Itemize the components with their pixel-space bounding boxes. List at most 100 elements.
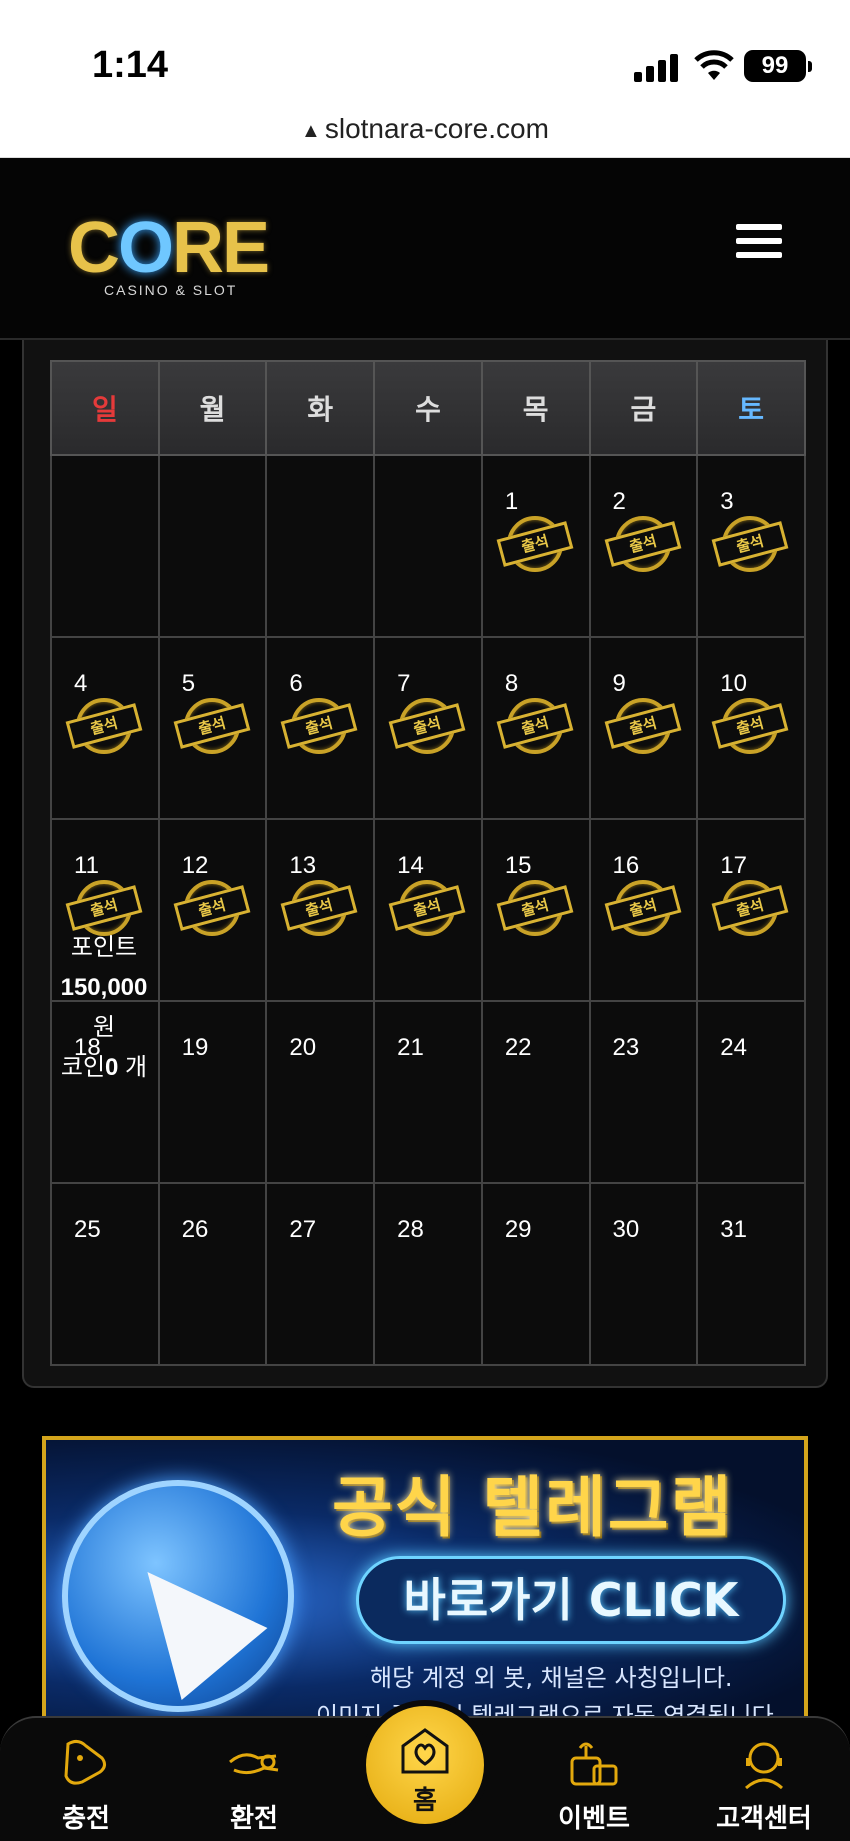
day-number: 7: [397, 670, 411, 697]
calendar-day-cell: 8 출석: [480, 636, 591, 820]
attendance-stamp-icon: 출석: [496, 696, 574, 758]
attendance-stamp-icon: 출석: [604, 696, 681, 758]
calendar-day-cell: 3 출석: [696, 454, 806, 638]
day-number: 25: [74, 1216, 101, 1243]
day-number: 11: [74, 852, 99, 879]
day-number: 24: [720, 1034, 747, 1061]
attendance-stamp-icon: 출석: [388, 696, 466, 758]
weekday-sat: 토: [696, 360, 806, 456]
coin-value: 0: [105, 1054, 119, 1081]
warning-icon: ▲: [301, 119, 321, 142]
day-number: 30: [612, 1216, 640, 1243]
day-number: 19: [181, 1034, 209, 1061]
calendar-day-cell: [50, 454, 160, 638]
day-number: 1: [504, 488, 519, 515]
calendar-day-cell: 19: [157, 1000, 268, 1184]
nav-home-button[interactable]: 홈: [360, 1700, 490, 1830]
headset-icon: [745, 1742, 783, 1790]
core-logo[interactable]: CORE CASINO & SLOT: [68, 208, 278, 298]
calendar-day-cell: 14 출석: [373, 818, 483, 1002]
weekday-tue: 화: [265, 360, 376, 456]
calendar-day-cell: 24: [696, 1000, 806, 1184]
day-number: 12: [181, 852, 209, 879]
charge-icon: [64, 1739, 107, 1785]
attendance-stamp-icon: 출석: [281, 878, 358, 940]
calendar-day-cell: 25: [50, 1182, 160, 1366]
day-number: 22: [504, 1034, 532, 1061]
calendar-day-cell: 30: [588, 1182, 699, 1366]
calendar-week-row: 1 출석 2 출석 3 출석: [50, 454, 806, 638]
calendar-day-cell: 4 출석: [50, 636, 160, 820]
logo-wordmark: CORE: [68, 208, 270, 288]
day-number: 5: [181, 670, 196, 697]
day-number: 26: [181, 1216, 209, 1243]
cellular-signal-icon: [634, 54, 680, 82]
battery-indicator: 99: [744, 50, 812, 82]
coin-unit: 개: [118, 1054, 148, 1081]
point-unit: 원: [92, 1014, 116, 1041]
calendar-day-cell: [157, 454, 268, 638]
calendar-day-cell: 13 출석: [265, 818, 376, 1002]
telegram-icon: [62, 1480, 294, 1712]
telegram-banner[interactable]: 공식 텔레그램 바로가기 CLICK 해당 계정 외 봇, 채널은 사칭입니다.…: [42, 1436, 808, 1736]
calendar-day-cell: 31: [696, 1182, 806, 1366]
day-number: 4: [74, 670, 88, 697]
calendar-day-cell: 2 출석: [588, 454, 699, 638]
day-number: 8: [504, 670, 519, 697]
url-bar[interactable]: ▲ slotnara-core.com: [0, 100, 850, 158]
site-header: CORE CASINO & SLOT: [0, 158, 850, 340]
attendance-stamp-icon: 출석: [281, 696, 358, 758]
wifi-icon: [694, 50, 734, 80]
banner-click-button[interactable]: 바로가기 CLICK: [356, 1556, 786, 1644]
hamburger-menu-icon[interactable]: [736, 224, 782, 264]
weekday-sun: 일: [50, 360, 160, 456]
day-number: 23: [612, 1034, 640, 1061]
day-number: 28: [397, 1216, 424, 1243]
exchange-icon: [229, 1753, 279, 1775]
attendance-stamp-icon: 출석: [173, 878, 251, 940]
calendar-day-cell: 1 출석: [480, 454, 591, 638]
attendance-stamp-icon: 출석: [65, 696, 143, 758]
day-number: 21: [397, 1034, 424, 1061]
day-number: 3: [720, 488, 734, 515]
day-number: 10: [720, 670, 747, 697]
weekday-header-row: 일 월 화 수 목 금 토: [50, 360, 806, 456]
weekday-mon: 월: [157, 360, 268, 456]
day-number: 17: [720, 852, 747, 879]
day-number: 29: [504, 1216, 532, 1243]
calendar-day-cell: 17 출석: [696, 818, 806, 1002]
gift-icon: [570, 1742, 618, 1786]
home-heart-icon: [401, 1728, 449, 1774]
attendance-stamp-icon: 출석: [604, 878, 681, 940]
calendar-day-cell: 10 출석: [696, 636, 806, 820]
day-number: 2: [612, 488, 626, 515]
banner-title: 공식 텔레그램: [332, 1469, 734, 1546]
attendance-stamp-icon: 출석: [604, 514, 681, 576]
day-number: 20: [289, 1034, 317, 1061]
attendance-stamp-icon: 출석: [711, 696, 789, 758]
logo-subtitle: CASINO & SLOT: [104, 282, 238, 298]
calendar-day-cell: 28: [373, 1182, 483, 1366]
calendar-day-cell: 21: [373, 1000, 483, 1184]
calendar-day-cell: 23: [588, 1000, 699, 1184]
calendar-day-cell: 6 출석: [265, 636, 376, 820]
point-value: 150,000: [60, 974, 148, 1001]
day-number: 13: [289, 852, 317, 879]
nav-event[interactable]: 이벤트: [524, 1736, 664, 1835]
attendance-calendar-panel: 일 월 화 수 목 금 토 1 출석 2 출석 3 출석 4 출석 5 출석 6 출석 7 출석 8 출석 9 출…: [22, 340, 828, 1388]
calendar-day-cell: 12 출석: [157, 818, 268, 1002]
nav-charge[interactable]: 충전: [16, 1736, 156, 1835]
point-info-overlay: 포인트 150,000 원 코인0 개: [50, 928, 158, 1088]
calendar-day-cell: 15 출석: [480, 818, 591, 1002]
calendar-day-cell: 29: [480, 1182, 591, 1366]
calendar-day-cell: 20: [265, 1000, 376, 1184]
nav-exchange[interactable]: 환전: [184, 1736, 324, 1835]
calendar-week-row: 25 26 27 28 29 30 31: [50, 1182, 806, 1366]
weekday-thu: 목: [480, 360, 591, 456]
calendar-week-row: 4 출석 5 출석 6 출석 7 출석 8 출석 9 출석 10 출석: [50, 636, 806, 820]
calendar-day-cell: 5 출석: [157, 636, 268, 820]
status-time: 1:14: [92, 44, 169, 86]
calendar-week-row: 11 출석 12 출석 13 출석 14 출석 15 출석 16 출석 17 출석: [50, 818, 806, 1002]
nav-support[interactable]: 고객센터: [694, 1736, 834, 1835]
day-number: 27: [289, 1216, 317, 1243]
